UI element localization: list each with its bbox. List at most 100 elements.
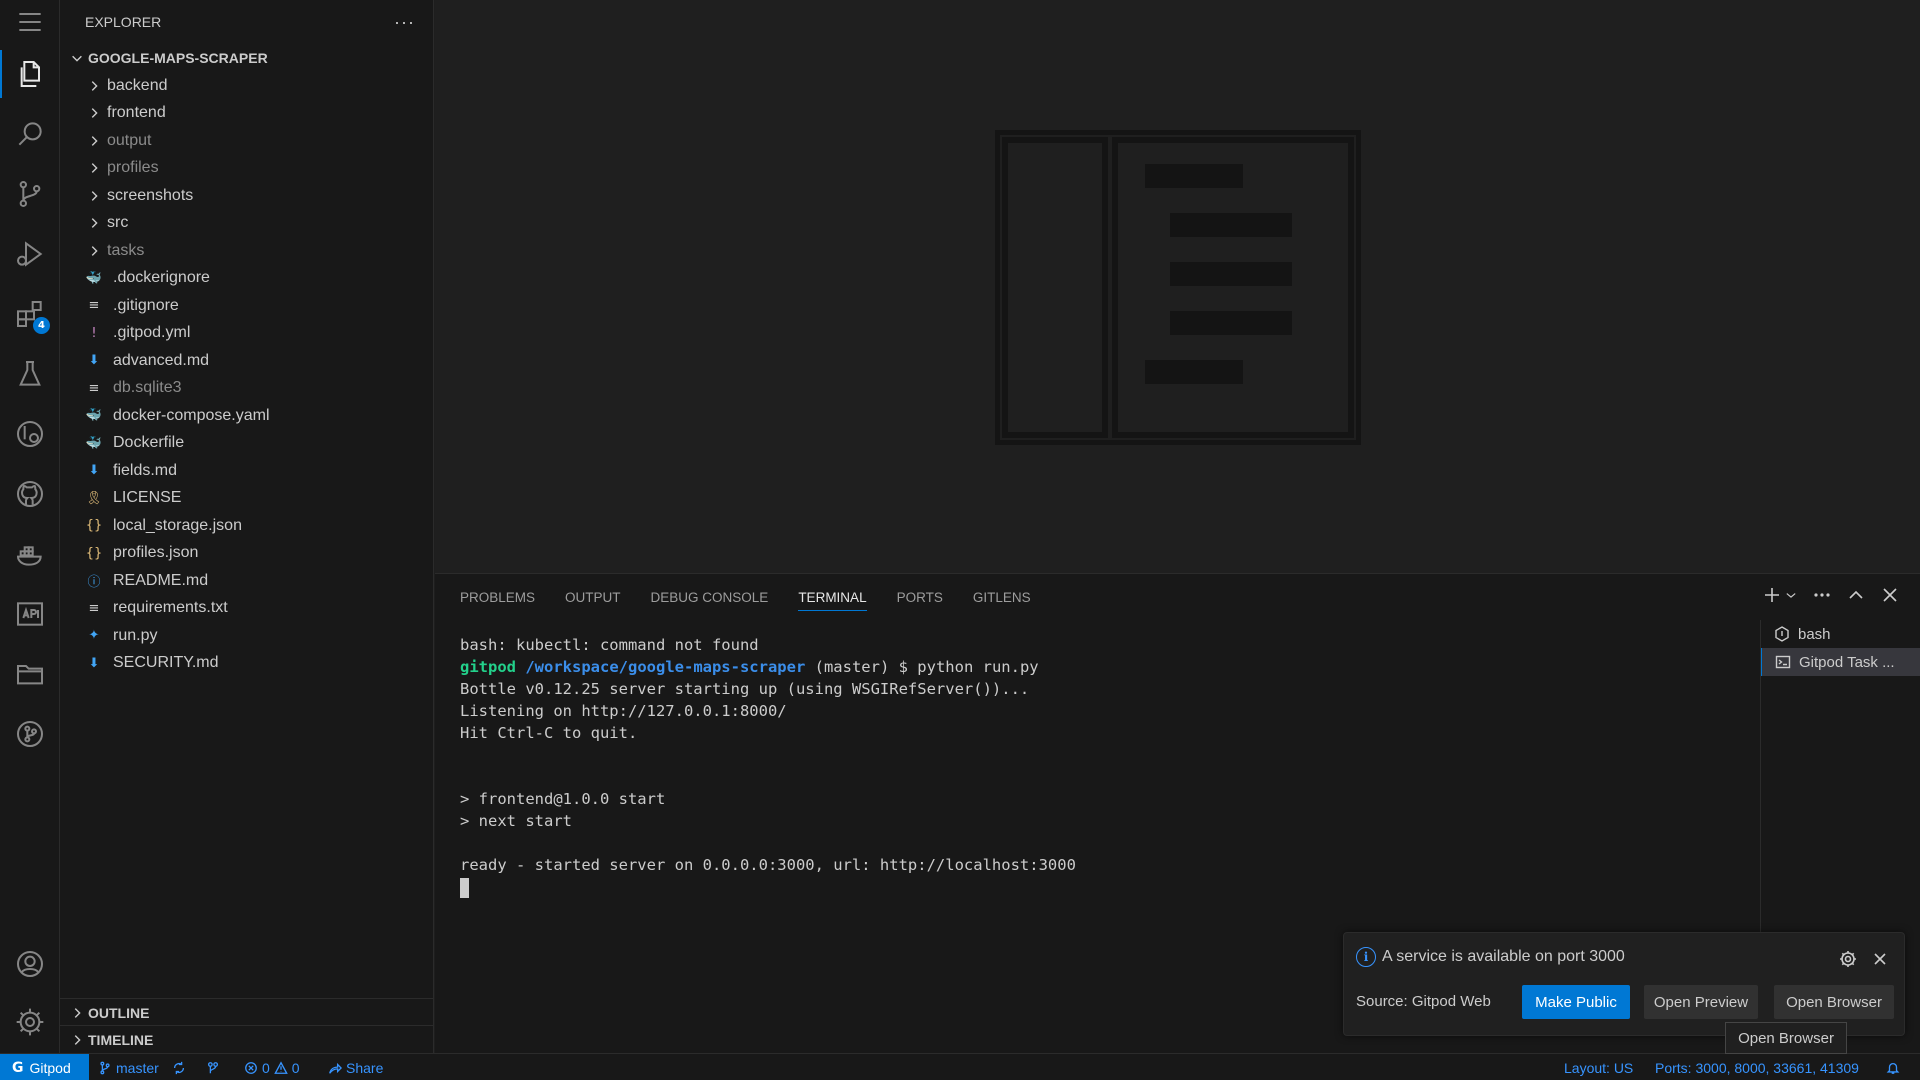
file-item[interactable]: ⓘ README.md: [60, 567, 433, 595]
terminal-cursor: [460, 877, 469, 898]
panel-tab-problems[interactable]: PROBLEMS: [460, 574, 535, 620]
file-item[interactable]: {} local_storage.json: [60, 512, 433, 540]
folder-label: backend: [107, 76, 168, 94]
lines-icon: ≡: [88, 298, 100, 314]
chevron-right-icon: [83, 157, 105, 179]
file-item[interactable]: ✦ run.py: [60, 622, 433, 650]
terminal-line: ready - started server on 0.0.0.0:3000, …: [460, 856, 1076, 874]
open-browser-button[interactable]: Open Browser: [1774, 985, 1894, 1019]
file-item[interactable]: ⬇ advanced.md: [60, 347, 433, 375]
file-item[interactable]: 🐳 .dockerignore: [60, 265, 433, 293]
folder-item[interactable]: output: [60, 127, 433, 155]
layout-indicator[interactable]: Layout: US: [1564, 1054, 1633, 1080]
chevron-right-icon: [83, 102, 105, 124]
editor-watermark-logo: [995, 130, 1361, 445]
folder-item[interactable]: screenshots: [60, 182, 433, 210]
chevron-right-icon: [83, 212, 105, 234]
file-item[interactable]: 🐳 Dockerfile: [60, 430, 433, 458]
file-item[interactable]: ! .gitpod.yml: [60, 320, 433, 348]
prompt-command: (master) $ python run.py: [805, 658, 1039, 676]
markdown-arrow-icon: ⬇: [88, 655, 100, 671]
extensions-icon[interactable]: 4: [0, 290, 60, 338]
file-item[interactable]: {} profiles.json: [60, 540, 433, 568]
terminal-line: > frontend@1.0.0 start: [460, 790, 666, 808]
account-icon[interactable]: [0, 940, 60, 988]
source-control-icon[interactable]: [0, 170, 60, 218]
folder-item[interactable]: backend: [60, 72, 433, 100]
branch-indicator[interactable]: master: [98, 1054, 159, 1080]
vscode-window: 4 EXPLORER ··· GOOGLE-MAPS-SCRAPER backe…: [0, 0, 1920, 1080]
docker-icon[interactable]: [0, 530, 60, 578]
run-debug-icon[interactable]: [0, 230, 60, 278]
close-icon[interactable]: [1870, 949, 1890, 969]
new-terminal-icon[interactable]: [1762, 585, 1782, 610]
chevron-down-icon[interactable]: [1784, 588, 1798, 607]
settings-gear-icon[interactable]: [0, 998, 60, 1046]
outline-section[interactable]: OUTLINE: [60, 998, 434, 1026]
panel-tab-terminal[interactable]: TERMINAL: [798, 574, 867, 620]
terminal-line: Hit Ctrl-C to quit.: [460, 724, 638, 742]
folder-item[interactable]: frontend: [60, 100, 433, 128]
files-icon[interactable]: [0, 50, 60, 98]
file-item[interactable]: ≡ .gitignore: [60, 292, 433, 320]
workspace-root[interactable]: GOOGLE-MAPS-SCRAPER: [60, 44, 433, 72]
search-icon[interactable]: [0, 110, 60, 158]
panel-tab-ports[interactable]: PORTS: [897, 574, 943, 620]
json-braces-icon: {}: [85, 545, 103, 561]
api-icon[interactable]: [0, 590, 60, 638]
folder-item[interactable]: profiles: [60, 155, 433, 183]
file-item[interactable]: 🎗 LICENSE: [60, 485, 433, 513]
more-actions-icon[interactable]: ···: [394, 12, 415, 33]
share-button[interactable]: Share: [328, 1054, 383, 1080]
menu-icon[interactable]: [0, 0, 60, 44]
panel-tab-gitlens[interactable]: GITLENS: [973, 574, 1031, 620]
more-actions-icon[interactable]: [1812, 585, 1832, 610]
explorer-header: EXPLORER ···: [60, 0, 433, 44]
file-item[interactable]: ≡ db.sqlite3: [60, 375, 433, 403]
terminal-output[interactable]: bash: kubectl: command not found gitpod …: [460, 634, 1076, 898]
close-panel-icon[interactable]: [1880, 585, 1900, 610]
file-label: .gitpod.yml: [113, 324, 191, 342]
explorer-title: EXPLORER: [85, 14, 162, 30]
remote-explorer-icon[interactable]: [0, 410, 60, 458]
folder-icon[interactable]: [0, 650, 60, 698]
file-item[interactable]: ⬇ SECURITY.md: [60, 650, 433, 678]
open-preview-button[interactable]: Open Preview: [1644, 985, 1758, 1019]
maximize-panel-icon[interactable]: [1846, 585, 1866, 610]
folder-label: tasks: [107, 241, 145, 259]
testing-icon[interactable]: [0, 350, 60, 398]
notifications-bell-icon[interactable]: [1886, 1054, 1900, 1080]
terminal-instance[interactable]: bash: [1761, 620, 1920, 648]
markdown-arrow-icon: ⬇: [88, 463, 100, 479]
timeline-section[interactable]: TIMELINE: [60, 1025, 434, 1053]
ports-indicator[interactable]: Ports: 3000, 8000, 33661, 41309: [1655, 1054, 1859, 1080]
file-list: 🐳 .dockerignore ≡ .gitignore! .gitpod.yml ⬇ ad…: [60, 265, 433, 678]
folder-label: output: [107, 131, 152, 149]
outline-label: OUTLINE: [88, 1004, 150, 1021]
github-icon[interactable]: [0, 470, 60, 518]
live-share-icon[interactable]: [206, 1054, 220, 1080]
branch-label: master: [116, 1059, 159, 1076]
folder-item[interactable]: src: [60, 210, 433, 238]
git-graph-icon[interactable]: [0, 710, 60, 758]
terminal-instance[interactable]: Gitpod Task ...: [1761, 648, 1920, 676]
make-public-button[interactable]: Make Public: [1522, 985, 1630, 1019]
file-item[interactable]: ≡ requirements.txt: [60, 595, 433, 623]
file-item[interactable]: 🐳 docker-compose.yaml: [60, 402, 433, 430]
folder-label: src: [107, 214, 129, 232]
markdown-arrow-icon: ⬇: [88, 353, 100, 369]
folder-item[interactable]: tasks: [60, 237, 433, 265]
file-item[interactable]: ⬇ fields.md: [60, 457, 433, 485]
remote-indicator[interactable]: G Gitpod: [0, 1054, 89, 1080]
python-icon: ✦: [88, 628, 100, 644]
gitpod-icon: G: [12, 1059, 24, 1076]
problems-indicator[interactable]: 0 0: [244, 1054, 300, 1080]
gear-icon[interactable]: [1838, 949, 1858, 969]
docker-icon: 🐳: [85, 270, 103, 286]
panel-tab-debug-console[interactable]: DEBUG CONSOLE: [651, 574, 769, 620]
docker-compose-icon: 🐳: [85, 408, 103, 424]
prompt-user: gitpod: [460, 658, 516, 676]
panel-tab-output[interactable]: OUTPUT: [565, 574, 621, 620]
sync-icon[interactable]: [172, 1054, 186, 1080]
chevron-right-icon: [66, 1002, 88, 1024]
